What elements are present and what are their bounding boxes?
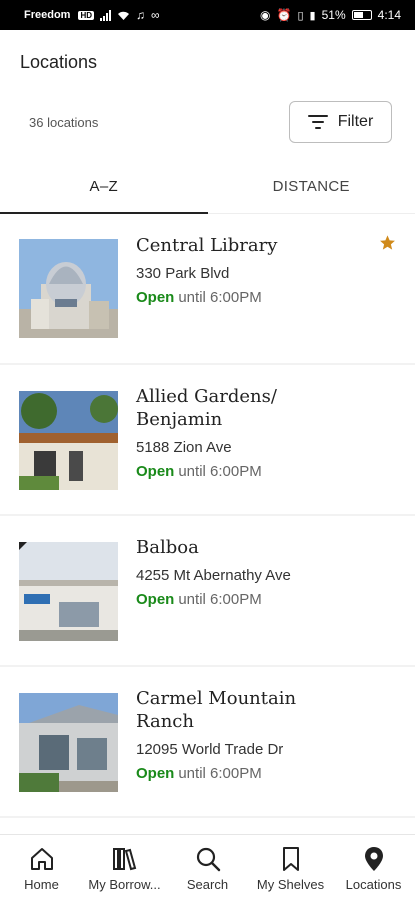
nav-my-shelves[interactable]: My Shelves [249, 835, 332, 900]
location-hours: Open until 6:00PM [136, 289, 262, 306]
nav-home[interactable]: Home [0, 835, 83, 900]
home-icon [30, 848, 53, 870]
nav-label: Search [186, 877, 229, 892]
favorite-star-icon[interactable] [379, 234, 396, 251]
books-icon [112, 848, 136, 871]
eye-icon: ◉ [260, 8, 271, 22]
link-icon: ∞ [151, 8, 160, 22]
nav-locations[interactable]: Locations [332, 835, 415, 900]
nfc-icon: ▯ [297, 9, 304, 22]
location-hours: Open until 6:00PM [136, 463, 262, 480]
hours-text: until 6:00PM [178, 463, 262, 480]
vibrate-icon: ▮ [309, 9, 316, 22]
music-icon: ♫ [136, 8, 146, 22]
location-hours: Open until 6:00PM [136, 765, 262, 782]
app-header: Locations [0, 30, 415, 94]
hours-text: until 6:00PM [178, 765, 262, 782]
status-left: Freedom HD ♫ ∞ [24, 8, 160, 22]
status-right: ◉ ⏰ ▯ ▮ 51% 4:14 [260, 8, 401, 22]
open-status: Open [136, 289, 175, 306]
nav-search[interactable]: Search [166, 835, 249, 900]
location-count: 36 locations [29, 115, 99, 130]
location-address: 4255 Mt Abernathy Ave [136, 567, 291, 584]
location-name: Balboa [136, 537, 199, 558]
open-status: Open [136, 463, 175, 480]
location-address: 5188 Zion Ave [136, 439, 232, 456]
carrier-name: Freedom [24, 9, 71, 21]
signal-icon [100, 9, 112, 21]
toolbar: 36 locations Filter [0, 94, 415, 152]
location-name: Central Library [136, 235, 278, 256]
hd-badge: HD [78, 10, 95, 20]
location-item[interactable]: Allied Gardens/ Benjamin 5188 Zion Ave O… [0, 365, 415, 516]
location-item[interactable]: Central Library 330 Park Blvd Open until … [0, 214, 415, 365]
location-photo [19, 693, 118, 792]
location-pin-icon [364, 847, 383, 871]
location-item[interactable]: Carmel Mountain Ranch 12095 World Trade … [0, 667, 415, 818]
open-status: Open [136, 591, 175, 608]
sort-tabs: A–Z DISTANCE [0, 164, 415, 214]
bookmark-icon [282, 847, 299, 871]
open-status: Open [136, 765, 175, 782]
battery-icon [351, 10, 372, 20]
location-list[interactable]: Central Library 330 Park Blvd Open until … [0, 214, 415, 834]
location-name: Carmel Mountain Ranch [136, 688, 297, 732]
nav-label: My Shelves [256, 877, 325, 892]
nav-label: My Borrow... [88, 877, 161, 892]
nav-label: Locations [345, 877, 402, 892]
tab-distance[interactable]: DISTANCE [208, 164, 415, 213]
wifi-icon [118, 11, 130, 20]
location-address: 12095 World Trade Dr [136, 741, 284, 758]
filter-label: Filter [337, 113, 374, 130]
location-photo [19, 391, 118, 490]
location-photo [19, 542, 118, 641]
filter-button[interactable]: Filter [289, 101, 392, 143]
page-title: Locations [20, 52, 98, 72]
clock: 4:14 [377, 8, 401, 22]
filter-icon [307, 115, 328, 129]
hours-text: until 6:00PM [178, 289, 262, 306]
search-icon [196, 847, 220, 872]
location-photo [19, 239, 118, 338]
location-address: 330 Park Blvd [136, 265, 230, 282]
tab-a-z[interactable]: A–Z [0, 164, 208, 214]
nav-label: Home [24, 877, 59, 892]
location-item[interactable]: Balboa 4255 Mt Abernathy Ave Open until 6… [0, 516, 415, 667]
alarm-icon: ⏰ [276, 8, 292, 22]
location-hours: Open until 6:00PM [136, 591, 262, 608]
nav-my-borrowing[interactable]: My Borrow... [83, 835, 166, 900]
bottom-nav: Home My Borrow... Search My Shelves Loca… [0, 834, 415, 900]
status-bar: Freedom HD ♫ ∞ ◉ ⏰ ▯ ▮ 51% 4:14 [0, 0, 415, 30]
location-name: Allied Gardens/ Benjamin [136, 386, 277, 430]
hours-text: until 6:00PM [178, 591, 262, 608]
battery-percent: 51% [321, 8, 346, 22]
